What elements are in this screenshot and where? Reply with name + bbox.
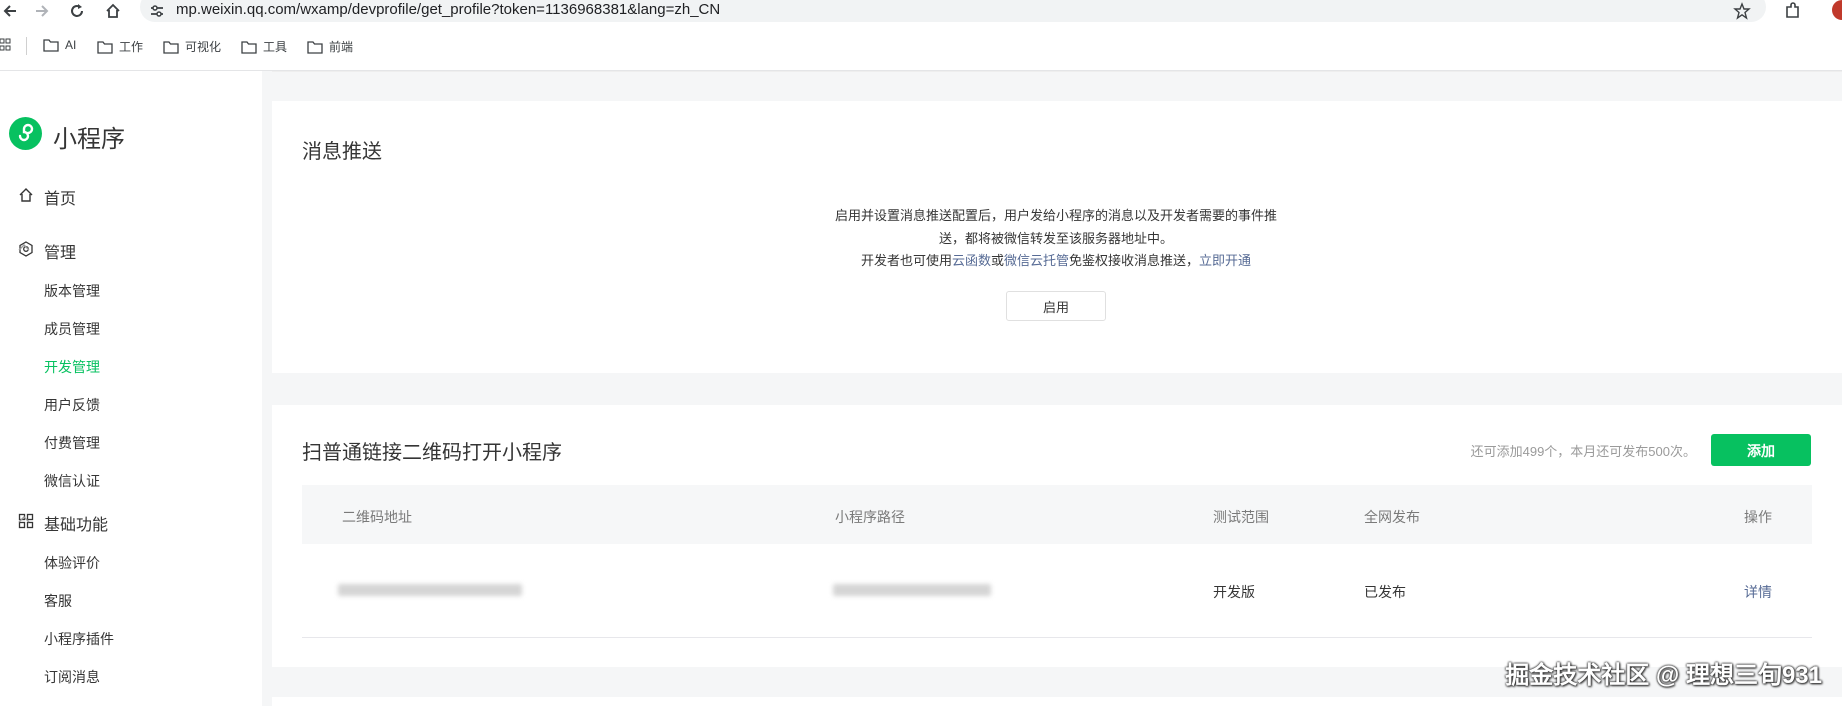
enable-button[interactable]: 启用 xyxy=(1006,291,1106,321)
add-button[interactable]: 添加 xyxy=(1711,434,1811,466)
folder-icon xyxy=(97,41,113,54)
watermark: 掘金技术社区 @ 理想三旬931 xyxy=(1505,662,1822,689)
redacted-path xyxy=(833,584,991,596)
folder-icon xyxy=(241,41,257,54)
home-icon xyxy=(19,188,33,202)
details-link[interactable]: 详情 xyxy=(1744,582,1772,602)
apps-grid-icon[interactable] xyxy=(0,38,12,52)
folder-icon xyxy=(307,41,323,54)
qr-link-title: 扫普通链接二维码打开小程序 xyxy=(302,442,562,464)
forward-arrow-icon[interactable] xyxy=(32,2,50,20)
cell-publish: 已发布 xyxy=(1364,584,1406,600)
bookmark-folder-tools[interactable]: 工具 xyxy=(241,38,287,56)
bookmark-folder-frontend[interactable]: 前端 xyxy=(307,38,353,56)
message-push-desc-line2: 送，都将被微信转发至该服务器地址中。 xyxy=(938,231,1173,246)
sidebar-item-development-management[interactable]: 开发管理 xyxy=(44,357,100,377)
message-push-title: 消息推送 xyxy=(302,141,382,163)
sidebar-item-plugins[interactable]: 小程序插件 xyxy=(44,629,114,649)
chevron-up-icon[interactable] xyxy=(18,515,30,523)
bookmarks-bar: AI 工作 可视化 工具 前端 xyxy=(0,22,1842,71)
miniprogram-logo-icon xyxy=(9,117,42,150)
enable-now-link[interactable]: 立即开通 xyxy=(1199,253,1251,268)
sidebar-item-payment-management[interactable]: 付费管理 xyxy=(44,433,100,453)
message-push-desc-line3: 开发者也可使用云函数或微信云托管免鉴权接收消息推送，立即开通 xyxy=(860,253,1252,268)
profile-avatar[interactable] xyxy=(1832,0,1842,20)
sidebar-item-user-feedback[interactable]: 用户反馈 xyxy=(44,395,100,415)
reload-icon[interactable] xyxy=(68,2,86,20)
bookmark-folder-visualization[interactable]: 可视化 xyxy=(163,38,221,56)
chevron-up-icon[interactable] xyxy=(18,243,30,251)
sidebar-item-wechat-verification[interactable]: 微信认证 xyxy=(44,471,100,491)
next-card-edge xyxy=(272,697,1842,706)
bookmark-divider xyxy=(26,37,27,55)
bookmark-folder-ai[interactable]: AI xyxy=(43,38,76,56)
message-push-desc-line1: 启用并设置消息推送配置后，用户发给小程序的消息以及开发者需要的事件推 xyxy=(834,208,1277,223)
sidebar-item-subscription-messages[interactable]: 订阅消息 xyxy=(44,667,100,687)
top-card-edge xyxy=(272,71,1842,72)
browser-toolbar: mp.weixin.qq.com/wxamp/devprofile/get_pr… xyxy=(0,0,1842,22)
logo-text: 小程序 xyxy=(53,126,125,153)
quota-text: 还可添加499个，本月还可发布500次。 xyxy=(1470,444,1696,459)
cloud-function-link[interactable]: 云函数 xyxy=(952,253,991,268)
sidebar-item-member-management[interactable]: 成员管理 xyxy=(44,319,100,339)
bookmark-folder-work[interactable]: 工作 xyxy=(97,38,143,56)
cloud-hosting-link[interactable]: 微信云托管 xyxy=(1004,253,1069,268)
sidebar-item-experience-rating[interactable]: 体验评价 xyxy=(44,553,100,573)
col-test-scope: 测试范围 xyxy=(1213,509,1269,525)
extensions-icon[interactable] xyxy=(1783,2,1801,20)
back-arrow-icon[interactable] xyxy=(2,2,20,20)
sidebar-item-customer-service[interactable]: 客服 xyxy=(44,591,72,611)
sidebar-item-version-management[interactable]: 版本管理 xyxy=(44,281,100,301)
col-action: 操作 xyxy=(1744,509,1772,525)
col-qr-url: 二维码地址 xyxy=(342,509,412,525)
bookmark-star-icon[interactable] xyxy=(1733,2,1751,20)
site-settings-icon[interactable] xyxy=(148,2,166,20)
home-icon[interactable] xyxy=(104,2,122,20)
table-row: 开发版 已发布 详情 xyxy=(302,544,1812,638)
cell-test-scope: 开发版 xyxy=(1213,584,1255,600)
sidebar: 小程序 首页 管理 版本管理 成员管理 开发管理 用户反馈 付费管理 微信认证 … xyxy=(0,71,262,706)
redacted-qr-url xyxy=(338,584,522,596)
col-path: 小程序路径 xyxy=(835,509,905,525)
folder-icon xyxy=(43,39,59,52)
col-publish: 全网发布 xyxy=(1364,509,1420,525)
folder-icon xyxy=(163,41,179,54)
url-text[interactable]: mp.weixin.qq.com/wxamp/devprofile/get_pr… xyxy=(176,1,720,18)
table-header: 二维码地址 小程序路径 测试范围 全网发布 操作 xyxy=(302,485,1812,544)
